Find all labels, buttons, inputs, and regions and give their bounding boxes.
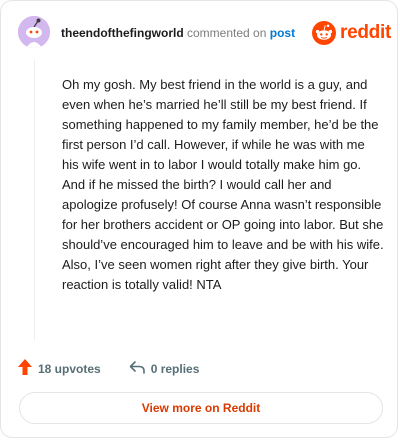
- commented-on-text: commented on: [187, 26, 267, 40]
- comment-card: theendofthefingworld commented on post r…: [0, 0, 398, 438]
- reply-count: 0 replies: [150, 361, 200, 376]
- upvote-arrow-icon[interactable]: [18, 359, 32, 378]
- comment-actions: 18 upvotes 0 replies: [18, 359, 199, 378]
- reddit-wordmark: reddit: [340, 22, 391, 43]
- thread-line: [34, 59, 35, 341]
- comment-header: theendofthefingworld commented on post: [61, 25, 295, 41]
- upvote-count: 18 upvotes: [38, 361, 101, 376]
- view-more-on-reddit-button[interactable]: View more on Reddit: [19, 392, 383, 424]
- snoo-avatar-icon: [18, 16, 50, 48]
- reddit-logo-icon: [312, 21, 336, 45]
- avatar[interactable]: [18, 16, 50, 48]
- username-link[interactable]: theendofthefingworld: [61, 26, 184, 40]
- reddit-logo[interactable]: reddit: [312, 21, 391, 45]
- post-link[interactable]: post: [270, 26, 295, 40]
- reply-icon[interactable]: [129, 360, 145, 377]
- comment-body: Oh my gosh. My best friend in the world …: [62, 77, 384, 292]
